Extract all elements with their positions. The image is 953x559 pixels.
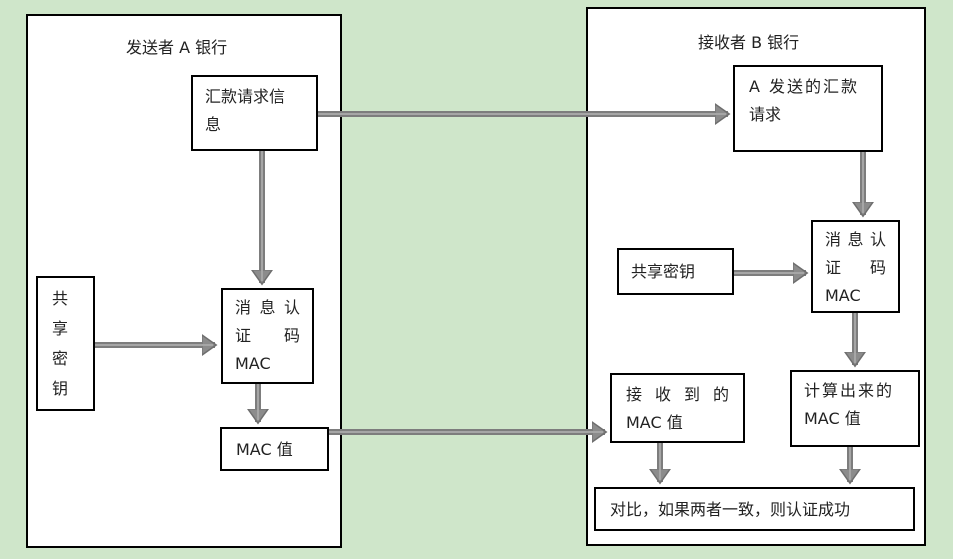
- mac-generator-line-2: 证 码: [235, 322, 300, 350]
- mac-generator-line-1: 消 息 认: [235, 294, 300, 322]
- request-info-line-1: 汇款请求信: [205, 87, 286, 106]
- mac-value-label: MAC 值: [236, 440, 293, 459]
- compare-result-label: 对比，如果两者一致，则认证成功: [610, 500, 851, 519]
- receiver-request-box: A 发送的汇款 请求: [733, 65, 883, 152]
- request-info-line-2: 息: [205, 115, 222, 134]
- shared-key-char: 共: [52, 289, 69, 308]
- receiver-mac-generator-box: 消 息 认 证 码 MAC: [811, 220, 900, 313]
- received-mac-box: 接 收 到 的 MAC 值: [610, 373, 745, 443]
- sender-mac-generator-box: 消 息 认 证 码 MAC: [221, 288, 314, 384]
- mac-char: 证: [235, 326, 252, 345]
- compare-result-box: 对比，如果两者一致，则认证成功: [594, 487, 915, 531]
- sender-mac-value-box: MAC 值: [220, 427, 329, 471]
- receiver-shared-key-box: 共享密钥: [617, 248, 734, 295]
- computed-mac-line-1: 计算出来的: [804, 381, 895, 400]
- received-request-line-2: 请求: [749, 105, 782, 124]
- mac-generator-line-3: MAC: [235, 354, 271, 373]
- mac-char: 消: [235, 298, 252, 317]
- receiver-bank-title: 接收者 B 银行: [698, 33, 800, 52]
- computed-mac-box: 计算出来的 MAC 值: [790, 370, 920, 447]
- sender-shared-key-box: 共 享 密 钥: [36, 276, 95, 411]
- mac-char: 认: [283, 298, 300, 317]
- received-request-line-1: A 发送的汇款: [749, 77, 860, 96]
- mac-generator-line-1: 消 息 认: [825, 226, 886, 254]
- mac-char: 码: [283, 326, 300, 345]
- received-mac-char: 的: [712, 385, 729, 404]
- mac-generator-line-3: MAC: [825, 286, 861, 305]
- mac-char: 消: [825, 230, 842, 249]
- mac-char: 息: [259, 298, 276, 317]
- mac-char: 息: [847, 230, 864, 249]
- mac-char: 码: [869, 258, 886, 277]
- receiver-shared-key-label: 共享密钥: [631, 262, 696, 281]
- received-mac-char: 到: [683, 385, 700, 404]
- received-mac-line-1: 接 收 到 的: [626, 381, 729, 409]
- mac-char: 证: [825, 258, 842, 277]
- mac-generator-line-2: 证 码: [825, 254, 886, 282]
- shared-key-char: 密: [52, 349, 69, 368]
- computed-mac-line-2: MAC 值: [804, 409, 861, 428]
- received-mac-line-2: MAC 值: [626, 413, 683, 432]
- shared-key-char: 钥: [52, 379, 69, 398]
- sender-bank-title: 发送者 A 银行: [126, 38, 228, 57]
- received-mac-char: 收: [654, 385, 671, 404]
- received-mac-char: 接: [626, 385, 643, 404]
- mac-char: 认: [869, 230, 886, 249]
- sender-request-info-box: 汇款请求信 息: [191, 75, 318, 151]
- shared-key-char: 享: [52, 319, 69, 338]
